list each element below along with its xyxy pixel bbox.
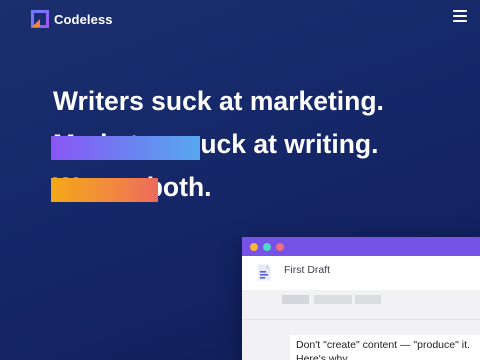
toolbar-placeholder bbox=[282, 295, 309, 304]
document-title: First Draft bbox=[284, 264, 331, 276]
editor-titlebar bbox=[242, 237, 480, 256]
window-dot-teal bbox=[263, 243, 271, 251]
toolbar-divider bbox=[242, 319, 480, 320]
editor-window-preview: First Draft Don't "create" content — "pr… bbox=[242, 237, 480, 360]
brand-logo[interactable]: Codeless bbox=[31, 9, 113, 29]
hero-line-1: Writers suck at marketing. bbox=[53, 86, 384, 116]
document-page: Don't "create" content — "produce" it. H… bbox=[290, 335, 480, 360]
window-dot-yellow bbox=[250, 243, 258, 251]
document-body-text: Don't "create" content — "produce" it. H… bbox=[296, 339, 470, 360]
line-2-highlight-bar bbox=[51, 136, 200, 160]
hamburger-menu-icon[interactable] bbox=[453, 10, 467, 22]
line-3-highlight-bar bbox=[51, 178, 158, 202]
toolbar-placeholder bbox=[355, 295, 381, 304]
document-header: First Draft bbox=[242, 256, 480, 290]
brand-name: Codeless bbox=[54, 11, 113, 27]
document-icon bbox=[257, 264, 271, 281]
window-dot-red bbox=[276, 243, 284, 251]
toolbar-placeholder bbox=[314, 295, 352, 304]
codeless-logo-icon bbox=[31, 10, 49, 28]
